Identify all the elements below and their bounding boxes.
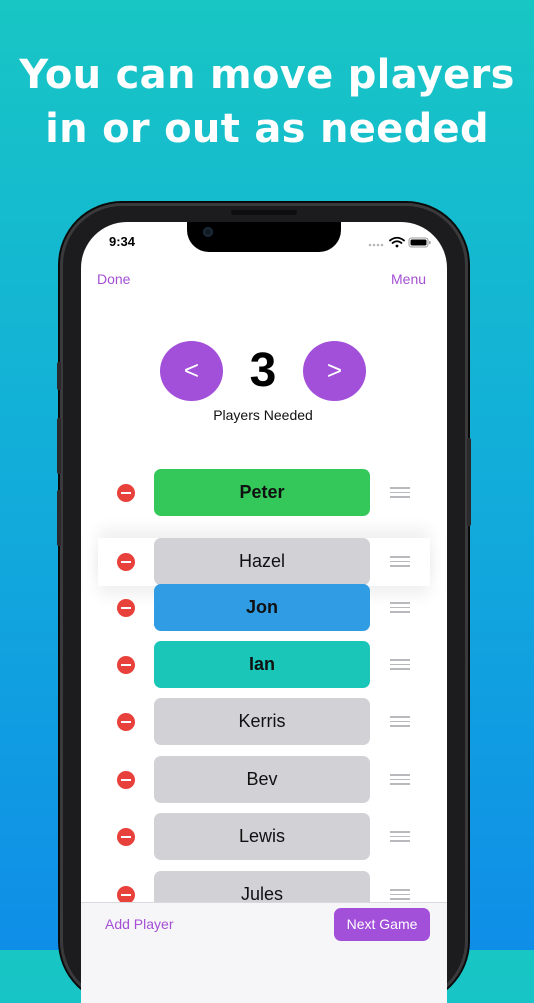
remove-player-icon[interactable] (117, 484, 135, 502)
player-row[interactable]: Ian (98, 641, 430, 689)
reorder-handle-icon[interactable] (390, 774, 410, 786)
reorder-handle-icon[interactable] (390, 659, 410, 671)
player-name-button[interactable]: Hazel (154, 538, 370, 585)
player-row[interactable]: Hazel (98, 538, 430, 586)
player-row[interactable]: Bev (98, 756, 430, 804)
player-row[interactable]: Peter (98, 469, 430, 517)
player-row[interactable]: Kerris (98, 698, 430, 746)
reorder-handle-icon[interactable] (390, 487, 410, 499)
remove-player-icon[interactable] (117, 886, 135, 902)
player-row[interactable]: Jules (98, 871, 430, 902)
player-name-button[interactable]: Jon (154, 584, 370, 631)
remove-player-icon[interactable] (117, 553, 135, 571)
reorder-handle-icon[interactable] (390, 831, 410, 843)
player-row[interactable]: Jon (98, 584, 430, 632)
reorder-handle-icon[interactable] (390, 889, 410, 901)
player-name-button[interactable]: Peter (154, 469, 370, 516)
reorder-handle-icon[interactable] (390, 602, 410, 614)
player-row[interactable]: Lewis (98, 813, 430, 861)
player-name-button[interactable]: Jules (154, 871, 370, 902)
player-name-button[interactable]: Kerris (154, 698, 370, 745)
player-name-button[interactable]: Ian (154, 641, 370, 688)
remove-player-icon[interactable] (117, 828, 135, 846)
remove-player-icon[interactable] (117, 656, 135, 674)
player-name-button[interactable]: Bev (154, 756, 370, 803)
remove-player-icon[interactable] (117, 599, 135, 617)
player-list: Peter Hazel Jon Ian Kerris Bev Lewis Jules (0, 0, 534, 902)
reorder-handle-icon[interactable] (390, 716, 410, 728)
add-player-button[interactable]: Add Player (105, 916, 173, 932)
remove-player-icon[interactable] (117, 771, 135, 789)
reorder-handle-icon[interactable] (390, 556, 410, 568)
remove-player-icon[interactable] (117, 713, 135, 731)
next-game-button[interactable]: Next Game (334, 908, 430, 941)
player-name-button[interactable]: Lewis (154, 813, 370, 860)
